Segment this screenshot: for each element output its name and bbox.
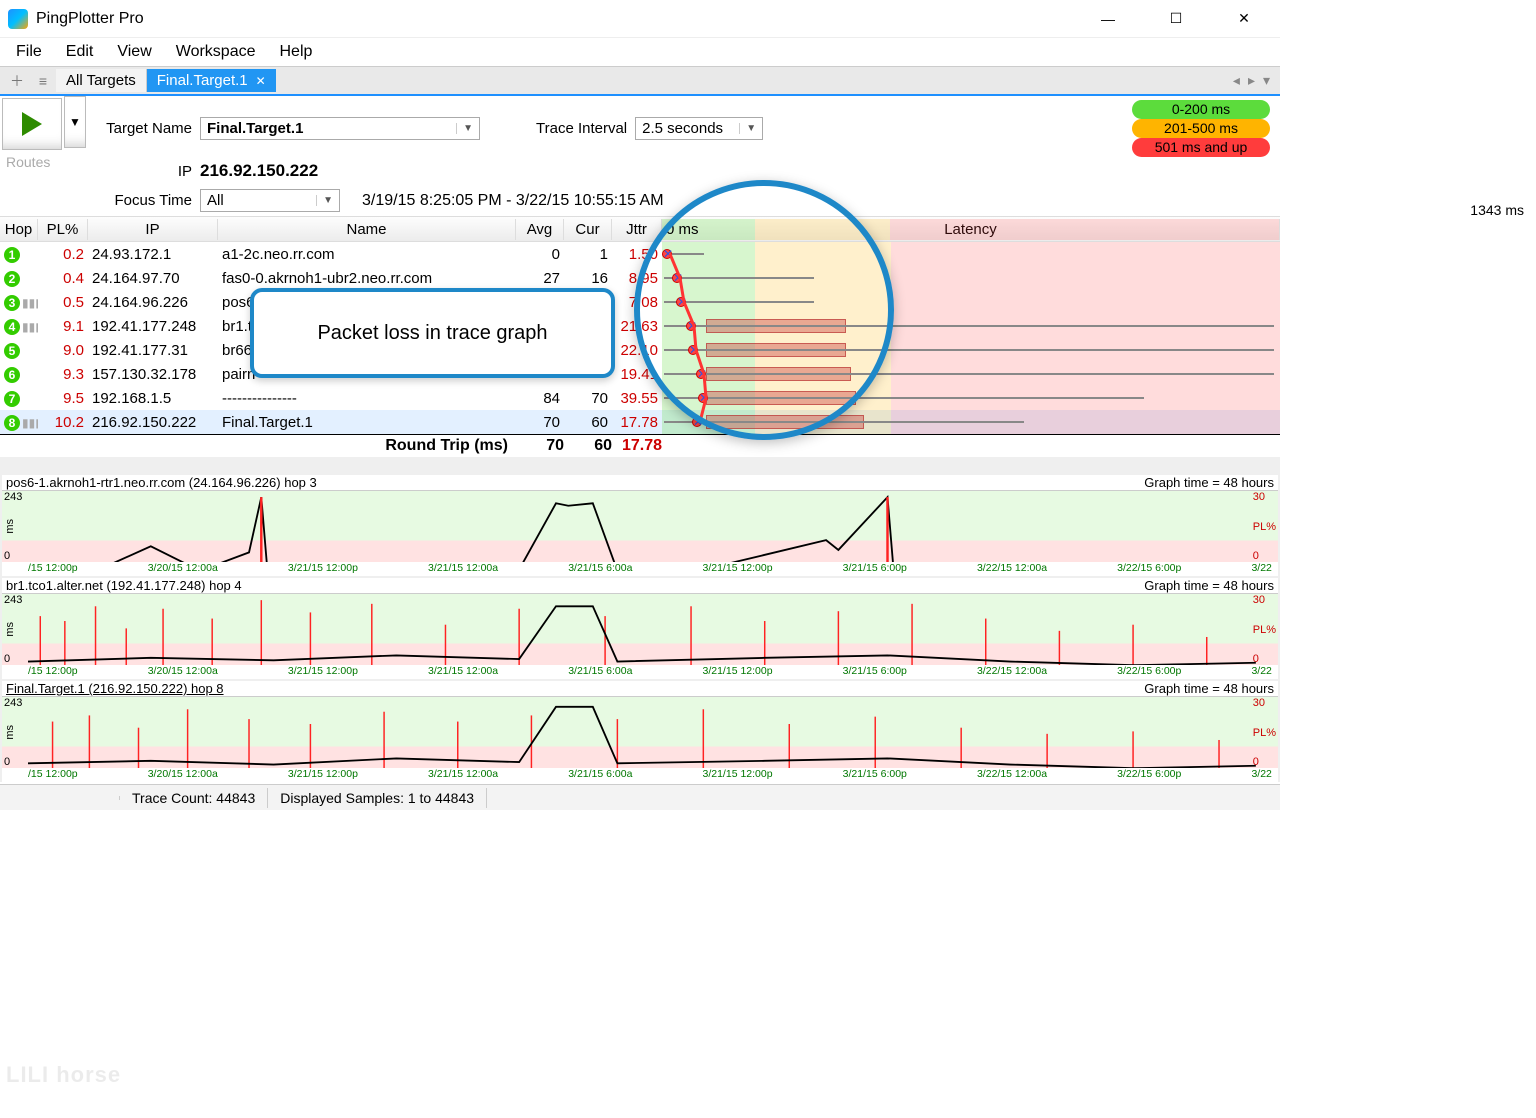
col-ip[interactable]: IP	[88, 219, 218, 240]
list-icon[interactable]: ≡	[34, 72, 52, 90]
focus-time-value: All	[207, 192, 224, 209]
tab-final-target[interactable]: Final.Target.1 ✕	[147, 69, 276, 92]
menu-help[interactable]: Help	[269, 41, 322, 63]
chevron-down-icon: ▼	[316, 195, 333, 206]
menu-view[interactable]: View	[107, 41, 161, 63]
summary-avg: 70	[516, 437, 564, 455]
target-name-label: Target Name	[92, 120, 192, 137]
tab-dropdown-icon[interactable]: ▾	[1263, 72, 1270, 89]
menu-workspace[interactable]: Workspace	[166, 41, 266, 63]
tab-nav: ◂ ▸ ▾	[1233, 72, 1276, 89]
app-title: PingPlotter Pro	[36, 10, 1088, 28]
table-row[interactable]: 4▮▮▮ 9.1192.41.177.248 br1.t 21.63 ✕	[0, 314, 1280, 338]
summary-cur: 60	[564, 437, 612, 455]
routes-button[interactable]: Routes	[0, 152, 86, 172]
app-icon	[8, 9, 28, 29]
focus-time-select[interactable]: All ▼	[200, 189, 340, 212]
displayed-samples: Displayed Samples: 1 to 44843	[268, 788, 487, 808]
trace-count: Trace Count: 44843	[120, 788, 268, 808]
timeline-graphs: pos6-1.akrnoh1-rtr1.neo.rr.com (24.164.9…	[0, 457, 1280, 782]
col-latency[interactable]: 0 ms Latency	[662, 219, 1280, 240]
col-pl[interactable]: PL%	[38, 219, 88, 240]
ip-label: IP	[92, 163, 192, 180]
new-tab-icon[interactable]: ＋	[8, 72, 26, 90]
bars-icon: ▮▮▮	[22, 416, 38, 430]
trace-interval-value: 2.5 seconds	[642, 120, 723, 137]
menubar: File Edit View Workspace Help	[0, 38, 1280, 66]
bars-icon: ▮▮▮	[22, 320, 38, 334]
close-tab-icon[interactable]: ✕	[256, 74, 266, 88]
watermark: LILI horse	[6, 1062, 121, 1088]
close-button[interactable]: ✕	[1224, 7, 1264, 31]
tabbar: ＋ ≡ All Targets Final.Target.1 ✕ ◂ ▸ ▾	[0, 66, 1280, 96]
table-header: Hop PL% IP Name Avg Cur Jttr 0 ms Latenc…	[0, 216, 1280, 242]
table-row[interactable]: 7 9.5192.168.1.5 ---------------84 7039.…	[0, 386, 1280, 410]
maximize-button[interactable]: ☐	[1156, 7, 1196, 31]
annotation-callout: Packet loss in trace graph	[250, 288, 615, 378]
table-row[interactable]: 1 0.2 24.93.172.1 a1-2c.neo.rr.com 0 1 1…	[0, 242, 1280, 266]
table-row[interactable]: 3▮▮▮ 0.524.164.96.226 pos6 7.08 ✕	[0, 290, 1280, 314]
bars-icon: ▮▮▮	[22, 296, 38, 310]
play-options-button[interactable]: ▼	[64, 96, 86, 148]
focus-time-label: Focus Time	[92, 192, 192, 209]
trace-interval-label: Trace Interval	[536, 120, 627, 137]
lat-max: 1343 ms	[1470, 202, 1524, 218]
table-row[interactable]: 6 9.3157.130.32.178 pairn 19.41 ✕	[0, 362, 1280, 386]
target-name-select[interactable]: Final.Target.1 ▼	[200, 117, 480, 140]
trace-interval-select[interactable]: 2.5 seconds ▼	[635, 117, 763, 140]
ip-value: 216.92.150.222	[200, 161, 318, 181]
table-row[interactable]: 2 0.424.164.97.70 fas0-0.akrnoh1-ubr2.ne…	[0, 266, 1280, 290]
tab-prev-icon[interactable]: ◂	[1233, 72, 1240, 89]
col-hop[interactable]: Hop	[0, 219, 38, 240]
play-button[interactable]	[2, 98, 62, 150]
graph-hop4[interactable]: br1.tco1.alter.net (192.41.177.248) hop …	[2, 578, 1278, 679]
col-cur[interactable]: Cur	[564, 219, 612, 240]
graph-hop8[interactable]: Final.Target.1 (216.92.150.222) hop 8Gra…	[2, 681, 1278, 782]
table-row[interactable]: 5 9.0192.41.177.31 br66 22.10 ✕	[0, 338, 1280, 362]
table-row[interactable]: 8▮▮▮ 10.2216.92.150.222 Final.Target.170…	[0, 410, 1280, 434]
lat-zero: 0 ms	[666, 221, 699, 238]
summary-row: Round Trip (ms) 70 60 17.78	[0, 434, 1280, 457]
latency-legend: 0-200 ms 201-500 ms 501 ms and up	[1132, 100, 1274, 157]
col-avg[interactable]: Avg	[516, 219, 564, 240]
chevron-down-icon: ▼	[739, 123, 756, 134]
col-name[interactable]: Name	[218, 219, 516, 240]
hop-table: 1 0.2 24.93.172.1 a1-2c.neo.rr.com 0 1 1…	[0, 242, 1280, 434]
menu-file[interactable]: File	[6, 41, 52, 63]
col-jttr[interactable]: Jttr	[612, 219, 662, 240]
legend-high: 501 ms and up	[1132, 138, 1270, 157]
chevron-down-icon: ▼	[456, 123, 473, 134]
tab-next-icon[interactable]: ▸	[1248, 72, 1255, 89]
titlebar: PingPlotter Pro — ☐ ✕	[0, 0, 1280, 38]
tab-label: Final.Target.1	[157, 72, 248, 89]
summary-jttr: 17.78	[612, 437, 662, 455]
timerange-text: 3/19/15 8:25:05 PM - 3/22/15 10:55:15 AM	[362, 192, 664, 210]
summary-label: Round Trip (ms)	[218, 437, 516, 455]
tab-all-targets[interactable]: All Targets	[56, 69, 147, 92]
minimize-button[interactable]: —	[1088, 7, 1128, 31]
legend-mid: 201-500 ms	[1132, 119, 1270, 138]
legend-low: 0-200 ms	[1132, 100, 1270, 119]
statusbar: Trace Count: 44843 Displayed Samples: 1 …	[0, 784, 1280, 810]
target-name-value: Final.Target.1	[207, 120, 303, 137]
menu-edit[interactable]: Edit	[56, 41, 104, 63]
graph-hop3[interactable]: pos6-1.akrnoh1-rtr1.neo.rr.com (24.164.9…	[2, 475, 1278, 576]
